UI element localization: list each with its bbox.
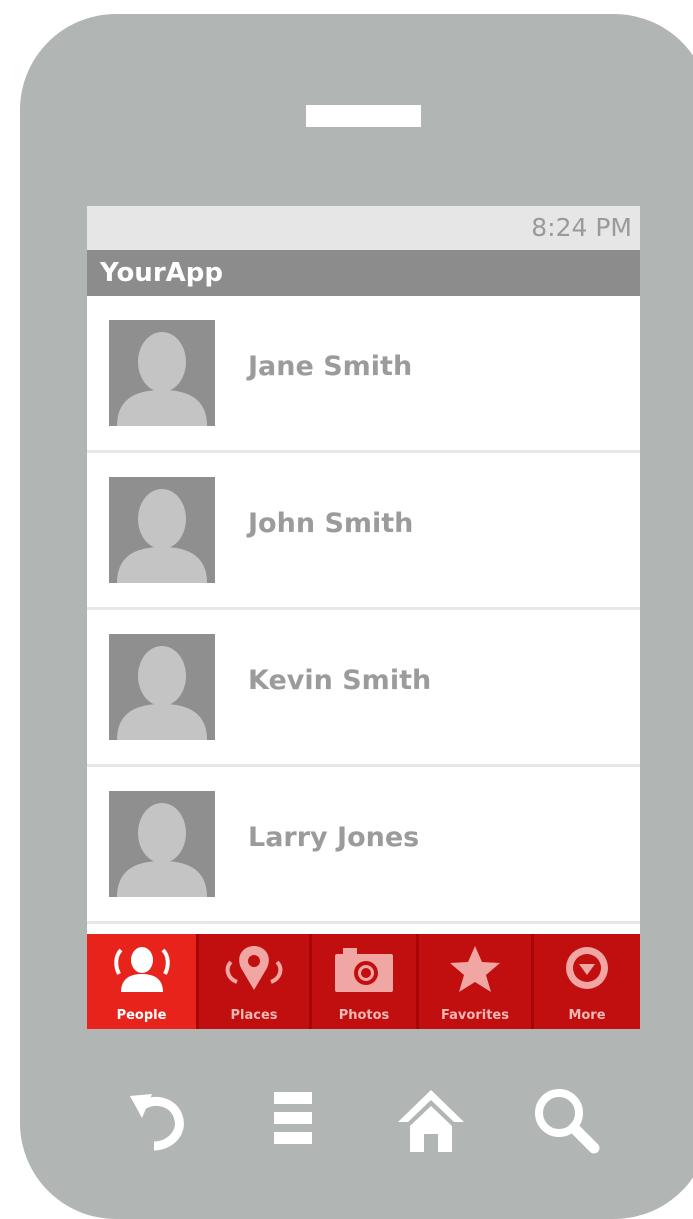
tab-label: Places xyxy=(230,1008,278,1023)
tab-label: Photos xyxy=(338,1008,390,1023)
status-bar: 8:24 PM xyxy=(87,206,640,250)
bottom-tab-bar: People Places Photos Favorites More xyxy=(87,934,640,1029)
contact-row[interactable]: John Smith xyxy=(87,453,640,610)
contact-row[interactable]: Kevin Smith xyxy=(87,610,640,767)
back-icon[interactable] xyxy=(128,1086,188,1156)
tab-label: People xyxy=(116,1008,167,1023)
people-icon xyxy=(107,944,177,998)
map-pin-icon xyxy=(219,944,289,998)
phone-speaker xyxy=(306,105,421,127)
tab-label: Favorites xyxy=(441,1008,509,1023)
tab-people[interactable]: People xyxy=(87,934,199,1029)
phone-screen: 8:24 PM YourApp Jane Smith John Smith Ke… xyxy=(87,206,640,1029)
home-icon[interactable] xyxy=(396,1086,466,1160)
app-title: YourApp xyxy=(100,258,223,288)
tab-more[interactable]: More xyxy=(534,934,640,1029)
menu-icon[interactable] xyxy=(272,1086,316,1156)
app-title-bar: YourApp xyxy=(87,250,640,296)
chevron-down-circle-icon xyxy=(552,944,622,998)
contact-name: Kevin Smith xyxy=(248,665,432,696)
contact-name: Larry Jones xyxy=(248,822,420,853)
avatar-placeholder-icon xyxy=(109,634,215,740)
star-icon xyxy=(440,944,510,998)
tab-label: More xyxy=(568,1008,606,1023)
status-time: 8:24 PM xyxy=(531,213,632,242)
tab-photos[interactable]: Photos xyxy=(312,934,419,1029)
contact-name: Jane Smith xyxy=(248,351,413,382)
contact-list: Jane Smith John Smith Kevin Smith Larry … xyxy=(87,296,640,936)
contact-row[interactable]: Larry Jones xyxy=(87,767,640,924)
search-icon[interactable] xyxy=(532,1086,602,1160)
avatar-placeholder-icon xyxy=(109,320,215,426)
avatar-placeholder-icon xyxy=(109,477,215,583)
tab-favorites[interactable]: Favorites xyxy=(419,934,534,1029)
camera-icon xyxy=(329,944,399,998)
avatar-placeholder-icon xyxy=(109,791,215,897)
contact-row[interactable]: Jane Smith xyxy=(87,296,640,453)
contact-name: John Smith xyxy=(248,508,414,539)
tab-places[interactable]: Places xyxy=(199,934,312,1029)
